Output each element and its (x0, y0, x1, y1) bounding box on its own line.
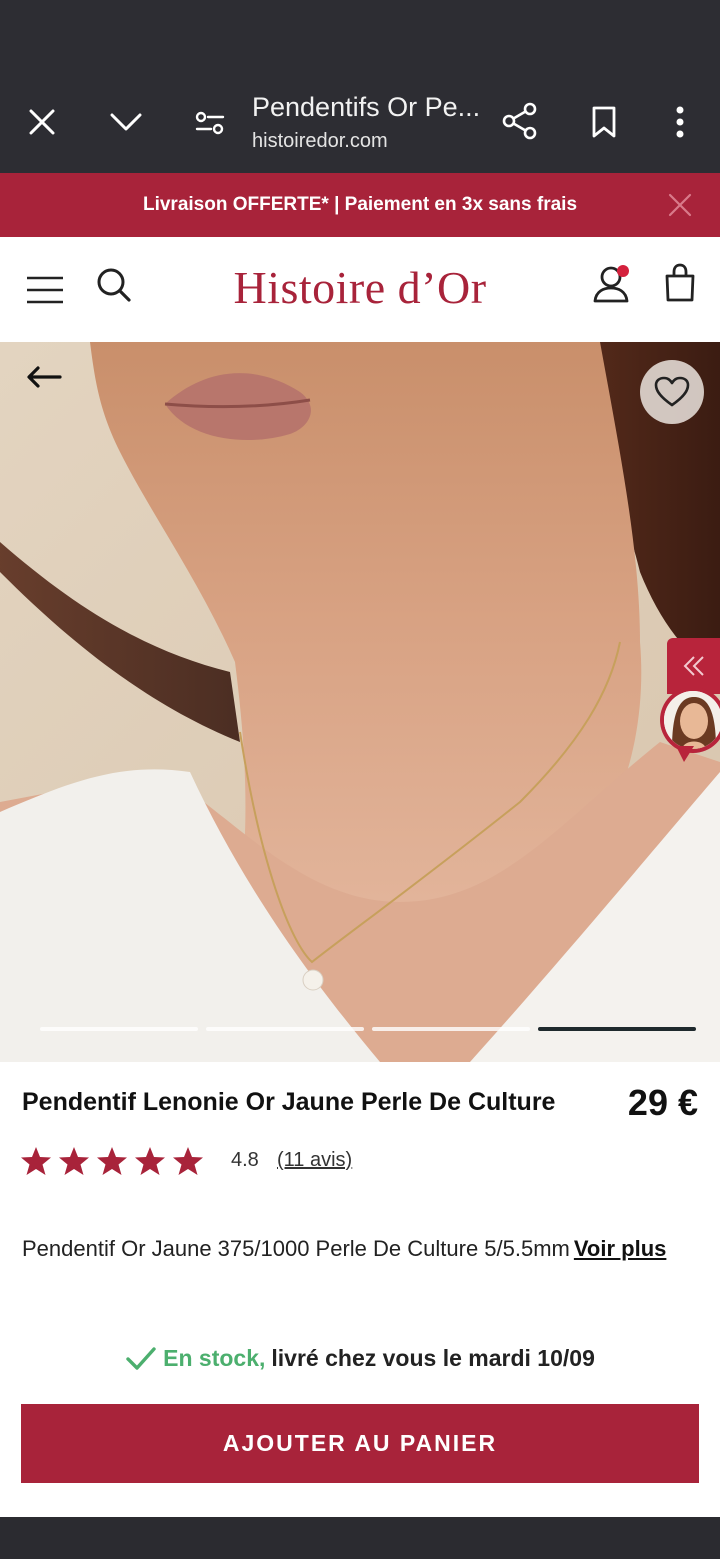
close-icon[interactable] (666, 191, 694, 219)
promo-text: Livraison OFFERTE* | Paiement en 3x sans… (142, 194, 578, 215)
check-icon (126, 1346, 156, 1370)
chat-expand-tab[interactable] (667, 638, 720, 694)
chat-bubble-tail (676, 746, 694, 762)
carousel-indicator[interactable] (206, 1027, 364, 1031)
wishlist-button[interactable] (640, 360, 704, 424)
product-info: Pendentif Lenonie Or Jaune Perle De Cult… (0, 1062, 720, 1517)
star-icon (59, 1147, 89, 1175)
rating-stars[interactable] (20, 1146, 204, 1176)
reviews-link[interactable]: (11 avis) (277, 1149, 352, 1172)
status-bar (0, 0, 720, 72)
product-name: Pendentif Lenonie Or Jaune Perle De Cult… (22, 1088, 556, 1116)
promo-banner: Livraison OFFERTE* | Paiement en 3x sans… (0, 173, 720, 237)
bookmark-icon[interactable] (590, 104, 618, 140)
carousel-indicator[interactable] (372, 1027, 530, 1031)
star-icon (21, 1147, 51, 1175)
star-icon (97, 1147, 127, 1175)
system-nav-bar (0, 1517, 720, 1559)
carousel-indicator-active[interactable] (538, 1027, 696, 1031)
share-icon[interactable] (502, 102, 538, 140)
carousel-indicators (40, 1027, 696, 1031)
site-settings-icon[interactable] (194, 108, 226, 138)
back-arrow-icon[interactable] (24, 364, 64, 390)
site-header: Histoire d’Or (0, 237, 720, 342)
account-icon[interactable] (592, 263, 632, 310)
browser-toolbar: Pendentifs Or Pe... histoiredor.com (0, 72, 720, 173)
description-text: Pendentif Or Jaune 375/1000 Perle De Cul… (22, 1236, 570, 1261)
chevron-down-icon[interactable] (108, 108, 144, 136)
cart-icon[interactable] (664, 263, 696, 308)
close-icon[interactable] (26, 106, 58, 138)
star-icon (135, 1147, 165, 1175)
add-to-cart-button[interactable]: AJOUTER AU PANIER (21, 1404, 699, 1483)
product-photo (0, 342, 720, 1062)
see-more-link[interactable]: Voir plus (574, 1236, 667, 1261)
product-image-carousel[interactable] (0, 342, 720, 1062)
url-text[interactable]: histoiredor.com (252, 130, 388, 153)
delivery-text: livré chez vous le mardi 10/09 (271, 1345, 595, 1371)
product-price: 29 € (627, 1082, 698, 1123)
tab-title[interactable]: Pendentifs Or Pe... (252, 92, 480, 123)
product-description: Pendentif Or Jaune 375/1000 Perle De Cul… (22, 1236, 666, 1262)
stock-status: En stock, livré chez vous le mardi 10/09 (0, 1345, 720, 1372)
chat-assistant-avatar[interactable] (660, 687, 720, 753)
heart-icon (654, 376, 690, 407)
star-icon (173, 1147, 203, 1175)
rating-value: 4.8 (231, 1149, 259, 1171)
carousel-indicator[interactable] (40, 1027, 198, 1031)
double-chevron-left-icon (683, 656, 704, 676)
more-vert-icon[interactable] (670, 104, 690, 140)
stock-label: En stock, (163, 1345, 266, 1371)
